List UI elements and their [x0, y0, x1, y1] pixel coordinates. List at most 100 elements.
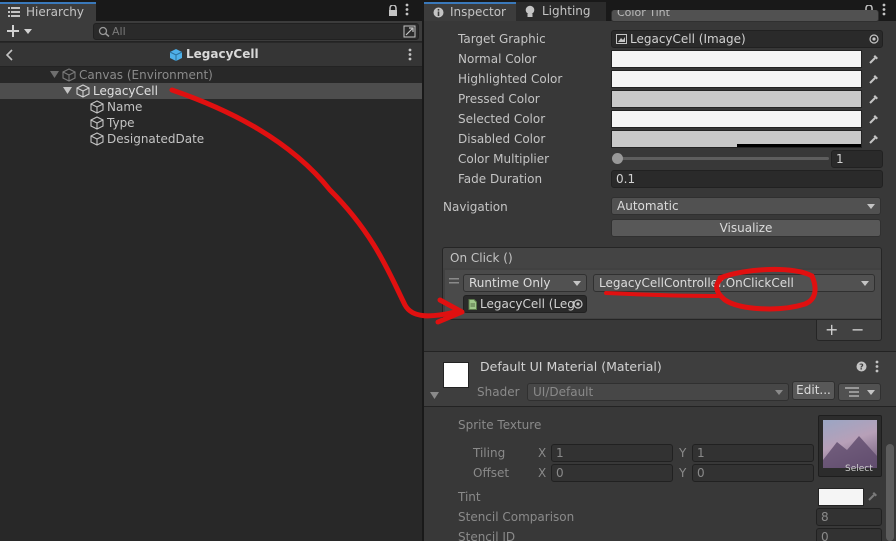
navigation-label: Navigation [443, 200, 508, 214]
tab-inspector[interactable]: Inspector [424, 2, 516, 21]
color-multiplier-track[interactable] [617, 157, 829, 160]
tree-row-type[interactable]: Type [0, 115, 422, 131]
chevron-down-icon [861, 281, 869, 286]
color-swatch[interactable] [611, 50, 862, 68]
transition-value: Color Tint [617, 10, 670, 19]
eyedropper-icon[interactable] [865, 110, 883, 128]
color-swatch[interactable] [611, 110, 862, 128]
tab-hierarchy[interactable]: Hierarchy [0, 2, 96, 21]
tree-row-designateddate[interactable]: DesignatedDate [0, 131, 422, 147]
scene-filter-icon[interactable] [403, 25, 416, 38]
add-entry-button[interactable]: + [825, 320, 838, 339]
shader-options-dropdown[interactable] [838, 383, 881, 401]
tree-label: LegacyCell [93, 84, 158, 98]
search-placeholder: All [112, 25, 126, 38]
kebab-menu-icon[interactable] [882, 3, 886, 16]
tiling-y-label: Y [679, 446, 687, 460]
target-graphic-field[interactable]: LegacyCell (Image) [611, 30, 883, 48]
select-texture-label[interactable]: Select [845, 464, 873, 474]
gameobject-cube-icon [90, 132, 104, 146]
expand-arrow-icon[interactable] [50, 71, 59, 79]
gameobject-cube-icon [62, 68, 76, 82]
tree-row-name[interactable]: Name [0, 99, 422, 115]
tiling-y-input[interactable]: 1 [692, 444, 814, 462]
section-divider [424, 406, 896, 407]
color-multiplier-knob[interactable] [612, 153, 623, 164]
prefab-mode-header: LegacyCell [0, 43, 422, 67]
hierarchy-panel: Hierarchy All LegacyCell Canvas (Environ… [0, 0, 422, 541]
tiling-label: Tiling [473, 446, 506, 460]
offset-y-input[interactable]: 0 [692, 464, 814, 482]
target-object-field[interactable]: LegacyCell (Leg [463, 295, 587, 313]
color-multiplier-label: Color Multiplier [458, 152, 550, 166]
kebab-menu-icon[interactable] [405, 3, 409, 16]
edit-shader-button[interactable]: Edit... [792, 381, 835, 400]
tree-label: Name [107, 100, 143, 114]
eyedropper-icon[interactable] [865, 90, 883, 108]
drag-handle-icon[interactable] [449, 278, 459, 284]
component-menu-icon[interactable] [875, 360, 879, 373]
color-swatch[interactable] [611, 130, 862, 148]
info-icon [433, 7, 444, 18]
add-dropdown-button[interactable] [7, 24, 33, 38]
svg-text:?: ? [859, 363, 864, 372]
eyedropper-icon[interactable] [865, 70, 883, 88]
fade-duration-input[interactable]: 0.1 [611, 170, 883, 188]
tree-label: Canvas (Environment) [79, 68, 213, 82]
help-icon[interactable]: ? [856, 361, 867, 372]
target-graphic-label: Target Graphic [458, 32, 546, 46]
material-preview [443, 362, 469, 388]
shader-dropdown[interactable]: UI/Default [527, 383, 789, 401]
search-icon [98, 26, 111, 37]
tree-row-canvas[interactable]: Canvas (Environment) [0, 67, 422, 83]
tree-label: DesignatedDate [107, 132, 205, 146]
stencil-id-label: Stencil ID [458, 530, 516, 541]
tiling-x-input[interactable]: 1 [551, 444, 673, 462]
target-object-value: LegacyCell (Leg [480, 297, 575, 311]
tree-row-legacycell[interactable]: LegacyCell [0, 83, 422, 99]
eyedropper-icon[interactable] [865, 50, 883, 68]
prefab-title: LegacyCell [186, 47, 259, 61]
search-input[interactable]: All [93, 23, 419, 40]
offset-x-input[interactable]: 0 [551, 464, 673, 482]
chevron-down-icon [867, 204, 875, 209]
runtime-dropdown[interactable]: Runtime Only [463, 274, 587, 292]
eyedropper-icon[interactable] [867, 490, 879, 502]
transition-dropdown[interactable]: Color Tint [611, 10, 879, 22]
navigation-dropdown[interactable]: Automatic [611, 197, 881, 215]
inspector-scrollbar[interactable] [886, 444, 894, 541]
stencil-id-input[interactable]: 0 [816, 528, 882, 541]
tab-lighting[interactable]: Lighting [516, 2, 606, 21]
prefab-menu-icon[interactable] [408, 48, 412, 61]
tree-label: Type [107, 116, 135, 130]
stencil-comparison-input[interactable]: 8 [816, 508, 882, 526]
color-swatch[interactable] [611, 70, 862, 88]
onclick-header: On Click () [442, 247, 882, 269]
offset-label: Offset [473, 466, 510, 480]
image-icon [616, 34, 627, 44]
script-icon [468, 299, 477, 310]
offset-x-label: X [538, 466, 547, 480]
tint-swatch[interactable] [818, 488, 864, 506]
expand-arrow-icon[interactable] [63, 87, 72, 95]
object-picker-icon[interactable] [869, 34, 879, 44]
visualize-button[interactable]: Visualize [611, 219, 881, 237]
object-picker-icon[interactable] [573, 299, 583, 309]
navigation-value: Automatic [617, 199, 679, 213]
function-dropdown[interactable]: LegacyCellController.OnClickCell [593, 274, 875, 292]
onclick-title: On Click () [450, 251, 513, 265]
shader-label: Shader [477, 385, 520, 399]
back-chevron-icon[interactable] [6, 49, 14, 61]
eyedropper-icon[interactable] [865, 130, 883, 148]
lock-icon[interactable] [388, 5, 398, 16]
function-value: LegacyCellController.OnClickCell [599, 276, 794, 290]
color-swatch[interactable] [611, 90, 862, 108]
chevron-down-icon [867, 390, 875, 395]
sprite-texture-slot[interactable]: Select [818, 415, 882, 477]
remove-entry-button[interactable]: − [851, 320, 864, 339]
foldout-arrow-icon[interactable] [430, 392, 439, 400]
fade-duration-label: Fade Duration [458, 172, 543, 186]
chevron-down-icon [775, 390, 783, 395]
color-multiplier-input[interactable]: 1 [831, 150, 883, 168]
color-row-label: Disabled Color [458, 132, 546, 146]
